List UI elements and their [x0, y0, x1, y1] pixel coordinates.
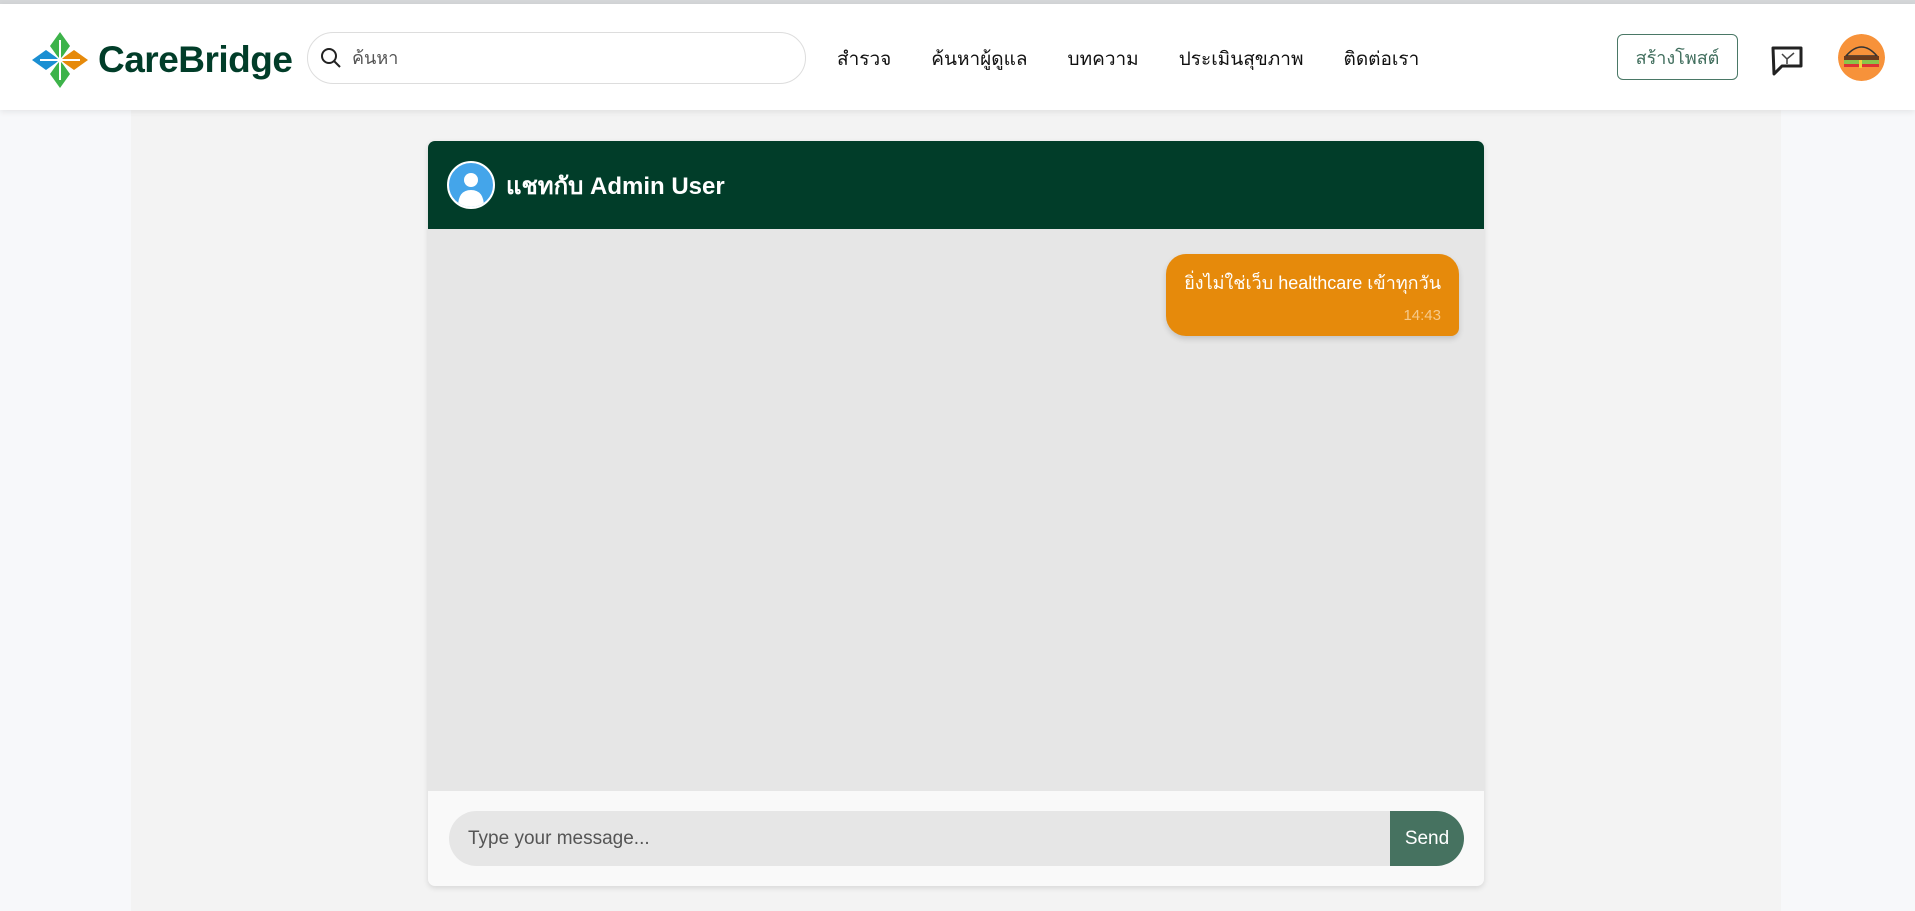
message-time: 14:43 — [1403, 307, 1441, 324]
create-post-button[interactable]: สร้างโพสต์ — [1617, 34, 1738, 80]
send-button[interactable]: Send — [1390, 811, 1464, 866]
message-bubble-sent: ยิ่งไม่ใช่เว็บ healthcare เข้าทุกวัน 14:… — [1166, 254, 1459, 336]
logo-icon — [32, 32, 88, 88]
top-navbar: CareBridge สำรวจ ค้นหาผู้ดูแล บทความ ประ… — [0, 4, 1915, 110]
chat-title: แชทกับ Admin User — [506, 172, 725, 200]
message-composer: Send — [449, 811, 1464, 866]
chat-header: แชทกับ Admin User — [428, 141, 1484, 229]
logo[interactable]: CareBridge — [30, 30, 293, 90]
message-text: ยิ่งไม่ใช่เว็บ healthcare เข้าทุกวัน — [1184, 273, 1441, 293]
nav-contact[interactable]: ติดต่อเรา — [1344, 44, 1420, 74]
contact-avatar — [447, 161, 495, 209]
search-box[interactable] — [307, 32, 806, 84]
message-list[interactable]: ยิ่งไม่ใช่เว็บ healthcare เข้าทุกวัน 14:… — [428, 229, 1484, 791]
nav-articles[interactable]: บทความ — [1068, 44, 1139, 74]
chat-icon[interactable] — [1770, 44, 1804, 78]
user-avatar[interactable] — [1838, 34, 1885, 81]
search-icon — [321, 48, 341, 68]
chat-window: แชทกับ Admin User ยิ่งไม่ใช่เว็บ healthc… — [428, 141, 1484, 886]
nav-health-assessment[interactable]: ประเมินสุขภาพ — [1179, 44, 1304, 74]
nav-explore[interactable]: สำรวจ — [837, 44, 891, 74]
burger-avatar-icon — [1838, 34, 1885, 81]
user-icon — [458, 173, 484, 207]
main-nav: สำรวจ ค้นหาผู้ดูแล บทความ ประเมินสุขภาพ … — [837, 44, 1459, 74]
message-input[interactable] — [449, 811, 1390, 866]
nav-find-caregiver[interactable]: ค้นหาผู้ดูแล — [931, 44, 1027, 74]
search-input[interactable] — [352, 47, 772, 69]
logo-text: CareBridge — [98, 39, 293, 80]
